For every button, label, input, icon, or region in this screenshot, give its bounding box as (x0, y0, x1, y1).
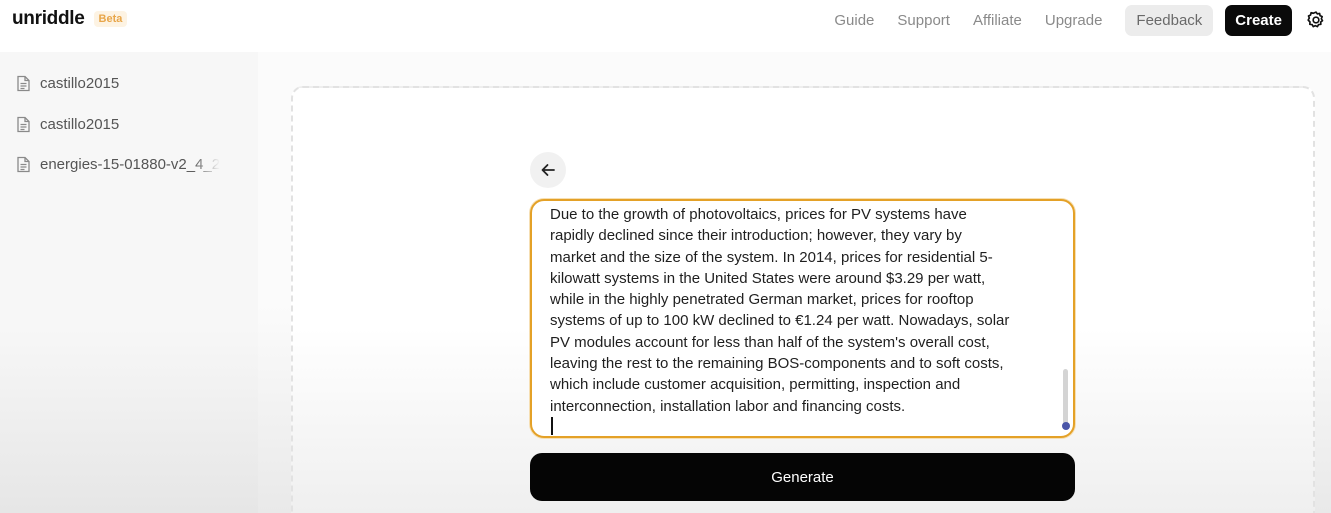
text-line: while in the highly penetrated German ma… (550, 291, 974, 309)
text-line: kilowatt systems in the United States we… (550, 269, 986, 287)
feedback-button[interactable]: Feedback (1125, 4, 1214, 36)
arrow-left-icon (539, 161, 557, 179)
text-caret (551, 417, 553, 435)
sidebar-item-label: energies-15-01880-v2_4_2 (40, 155, 221, 173)
beta-badge: Beta (93, 11, 128, 27)
top-nav: Guide Support Affiliate Upgrade Feedback… (834, 4, 1331, 36)
nav-affiliate[interactable]: Affiliate (973, 12, 1022, 29)
sidebar: castillo2015 castillo2015 energies-15-01… (0, 52, 258, 513)
gear-icon[interactable] (1306, 10, 1326, 30)
document-icon (16, 156, 31, 173)
text-line: interconnection, installation labor and … (550, 397, 906, 415)
text-input-area[interactable]: Due to the growth of photovoltaics, pric… (530, 199, 1075, 438)
text-line: Due to the growth of photovoltaics, pric… (550, 206, 967, 223)
create-button[interactable]: Create (1225, 4, 1292, 36)
sidebar-item-document[interactable]: energies-15-01880-v2_4_2 (16, 153, 244, 175)
text-line: rapidly declined since their introductio… (550, 227, 962, 245)
brand[interactable]: unriddle Beta (12, 8, 128, 30)
back-button[interactable] (530, 152, 566, 188)
sidebar-item-label: castillo2015 (40, 74, 120, 92)
brand-logo-text: unriddle (12, 8, 85, 29)
text-line: market and the size of the system. In 20… (550, 248, 993, 266)
text-line: which include customer acquisition, perm… (550, 376, 961, 394)
pasted-text[interactable]: Due to the growth of photovoltaics, pric… (550, 204, 1048, 417)
resize-handle[interactable] (1062, 422, 1070, 430)
document-icon (16, 75, 31, 92)
top-bar: unriddle Beta Guide Support Affiliate Up… (0, 0, 1331, 40)
sidebar-item-document[interactable]: castillo2015 (16, 72, 244, 94)
text-line: PV modules account for less than half of… (550, 333, 990, 351)
text-line: leaving the rest to the remaining BOS-co… (550, 355, 1004, 373)
document-icon (16, 116, 31, 133)
app-root: unriddle Beta Guide Support Affiliate Up… (0, 0, 1331, 513)
nav-support[interactable]: Support (897, 12, 950, 29)
nav-upgrade[interactable]: Upgrade (1045, 12, 1103, 29)
text-line: systems of up to 100 kW declined to €1.2… (550, 312, 1010, 330)
sidebar-item-label: castillo2015 (40, 115, 120, 133)
scrollbar[interactable] (1063, 369, 1068, 427)
generate-button[interactable]: Generate (530, 453, 1075, 501)
nav-guide[interactable]: Guide (834, 12, 874, 29)
sidebar-item-document[interactable]: castillo2015 (16, 113, 244, 135)
